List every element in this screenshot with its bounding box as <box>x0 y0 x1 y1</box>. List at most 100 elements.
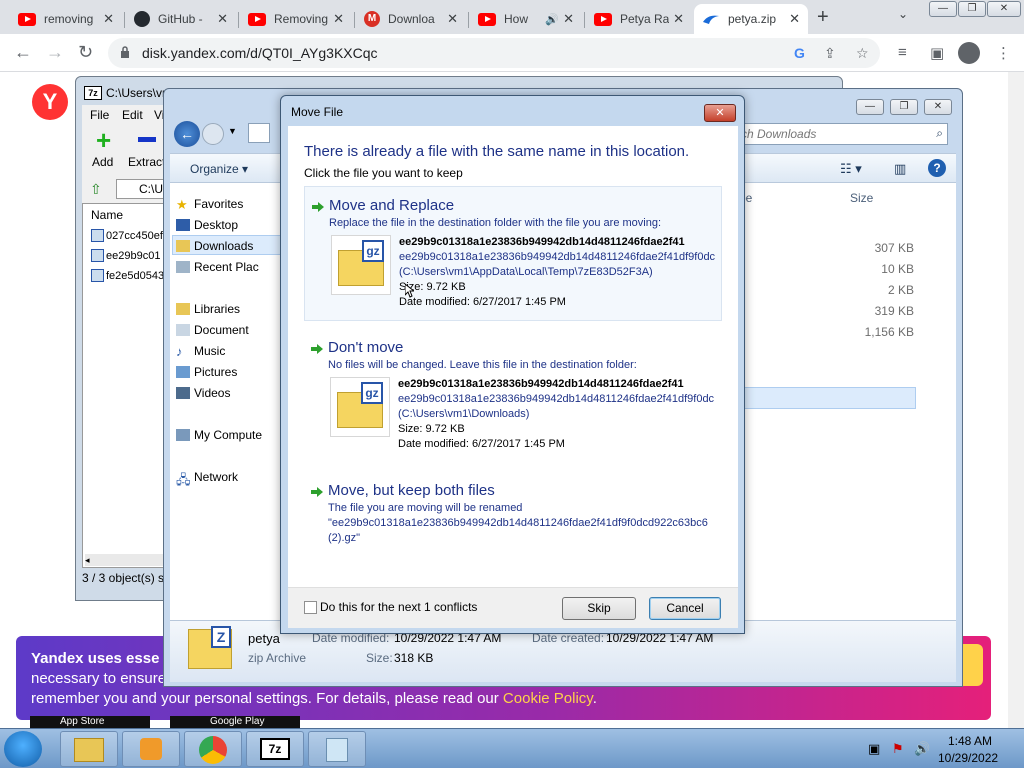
cancel-button[interactable]: Cancel <box>649 597 721 620</box>
taskbar-7zip-icon[interactable]: 7z <box>246 731 304 767</box>
url-text[interactable]: disk.yandex.com/d/QT0I_AYg3KXCqc <box>142 45 378 61</box>
explorer-minimize-button[interactable]: — <box>856 99 884 115</box>
navigation-pane: ★ Favorites Desktop Downloads Recent Pla… <box>170 183 290 620</box>
add-button-label[interactable]: Add <box>92 155 113 169</box>
move-and-replace-option[interactable]: Move and Replace Replace the file in the… <box>304 186 722 321</box>
nav-favorites[interactable]: Favorites <box>194 197 243 211</box>
column-name-header[interactable]: Name <box>91 208 123 222</box>
nav-downloads[interactable]: Downloads <box>194 239 253 253</box>
path-text: C:\U <box>139 182 163 196</box>
menu-file[interactable]: File <box>90 108 109 122</box>
forward-arrow-icon[interactable]: → <box>46 42 64 63</box>
explorer-maximize-button[interactable]: ❐ <box>890 99 918 115</box>
extract-minus-icon[interactable] <box>138 137 156 142</box>
list-item[interactable]: fe2e5d0543 <box>91 269 164 282</box>
minimize-button[interactable]: — <box>929 1 957 17</box>
extract-button-label[interactable]: Extract <box>128 155 165 169</box>
tab-removing-2[interactable]: Removing ✕ <box>240 4 352 34</box>
clock-date[interactable]: 10/29/2022 <box>938 751 998 765</box>
back-arrow-icon[interactable]: ← <box>174 121 200 147</box>
nav-network[interactable]: Network <box>194 470 238 484</box>
close-tab-icon[interactable]: ✕ <box>563 11 574 27</box>
clock-time[interactable]: 1:48 AM <box>948 734 992 748</box>
tab-separator <box>584 12 585 28</box>
list-item[interactable]: ee29b9c01 <box>91 249 160 262</box>
page-scrollbar[interactable] <box>1008 72 1024 728</box>
search-icon[interactable]: ⌕ <box>936 126 943 141</box>
speaker-icon[interactable]: 🔊 <box>545 13 559 26</box>
yandex-disk-icon <box>703 15 719 24</box>
close-tab-icon[interactable]: ✕ <box>789 11 800 27</box>
google-play-badge[interactable]: Google Play <box>170 716 300 728</box>
tray-flag-icon[interactable]: ⚑ <box>892 741 904 757</box>
forward-arrow-icon[interactable] <box>202 123 224 145</box>
help-icon[interactable]: ? <box>928 159 946 177</box>
gmail-icon: M <box>364 11 380 27</box>
tab-search-chevron-icon[interactable]: ⌄ <box>898 7 908 21</box>
preview-pane-icon[interactable]: ▥ <box>894 161 906 177</box>
option-title: Don't move <box>328 339 404 356</box>
recent-pages-chevron-icon[interactable]: ▼ <box>228 126 237 136</box>
taskbar-chrome-icon[interactable] <box>184 731 242 767</box>
list-item[interactable]: 027cc450ef <box>91 229 163 242</box>
nav-pictures[interactable]: Pictures <box>194 365 237 379</box>
address-bar[interactable]: disk.yandex.com/d/QT0I_AYg3KXCqc G ⇪ ☆ <box>108 38 880 68</box>
reading-list-icon[interactable]: ≡ <box>898 44 907 61</box>
tab-how[interactable]: How 🔊 ✕ <box>470 4 582 34</box>
menu-edit[interactable]: Edit <box>122 108 143 122</box>
close-tab-icon[interactable]: ✕ <box>333 11 344 27</box>
checkbox-label[interactable]: Do this for the next 1 conflicts <box>320 600 477 614</box>
green-arrow-icon <box>312 202 324 212</box>
menu-kebab-icon[interactable]: ⋮ <box>996 44 1011 62</box>
add-plus-icon[interactable]: + <box>96 127 111 153</box>
close-tab-icon[interactable]: ✕ <box>217 11 228 27</box>
close-tab-icon[interactable]: ✕ <box>103 11 114 27</box>
horizontal-scrollbar[interactable]: ◂ <box>85 554 165 566</box>
nav-recent-places[interactable]: Recent Plac <box>194 260 259 274</box>
youtube-icon <box>18 12 36 26</box>
nav-desktop[interactable]: Desktop <box>194 218 238 232</box>
tab-petya-zip[interactable]: petya.zip ✕ <box>694 4 808 34</box>
app-store-badge[interactable]: App Store <box>30 716 150 728</box>
do-this-for-all-checkbox[interactable] <box>304 601 317 614</box>
tray-network-icon[interactable]: ▣ <box>868 741 880 757</box>
nav-my-computer[interactable]: My Compute <box>194 428 262 442</box>
start-button[interactable] <box>4 731 42 767</box>
tab-github[interactable]: GitHub - ✕ <box>126 4 236 34</box>
nav-music[interactable]: Music <box>194 344 225 358</box>
up-folder-icon[interactable]: ⇧ <box>90 181 102 198</box>
back-arrow-icon[interactable]: ← <box>14 42 32 63</box>
google-icon[interactable]: G <box>794 45 805 61</box>
tab-removing[interactable]: removing ✕ <box>10 4 122 34</box>
tab-petya-ransomware[interactable]: Petya Ra ✕ <box>586 4 692 34</box>
side-panel-icon[interactable]: ▣ <box>930 44 944 62</box>
skip-button[interactable]: Skip <box>562 597 636 620</box>
close-tab-icon[interactable]: ✕ <box>447 11 458 27</box>
maximize-button[interactable]: ❐ <box>958 1 986 17</box>
taskbar-media-player-icon[interactable] <box>122 731 180 767</box>
organize-button[interactable]: Organize ▾ <box>190 162 248 176</box>
reload-icon[interactable]: ↻ <box>78 42 93 63</box>
yandex-logo[interactable]: Y <box>32 84 68 120</box>
column-size-header[interactable]: Size <box>850 191 873 205</box>
close-tab-icon[interactable]: ✕ <box>673 11 684 27</box>
tray-volume-icon[interactable]: 🔊 <box>914 741 930 757</box>
nav-libraries[interactable]: Libraries <box>194 302 240 316</box>
nav-documents[interactable]: Document <box>194 323 249 337</box>
cookie-policy-link[interactable]: Cookie Policy <box>503 690 593 707</box>
profile-avatar[interactable] <box>958 42 980 64</box>
new-tab-button[interactable]: + <box>817 6 829 29</box>
search-input[interactable]: ch Downloads ⌕ <box>734 123 948 145</box>
dialog-close-button[interactable]: ✕ <box>704 104 736 122</box>
bookmark-star-icon[interactable]: ☆ <box>856 45 869 62</box>
explorer-close-button[interactable]: ✕ <box>924 99 952 115</box>
taskbar-explorer-icon[interactable] <box>60 731 118 767</box>
keep-both-option[interactable]: Move, but keep both files The file you a… <box>304 472 722 552</box>
nav-videos[interactable]: Videos <box>194 386 230 400</box>
close-window-button[interactable]: ✕ <box>987 1 1021 17</box>
share-icon[interactable]: ⇪ <box>824 45 836 62</box>
dont-move-option[interactable]: Don't move No files will be changed. Lea… <box>304 329 722 464</box>
tab-download[interactable]: M Downloa ✕ <box>356 4 466 34</box>
taskbar-notepad-icon[interactable] <box>308 731 366 767</box>
view-options-icon[interactable]: ☷ ▾ <box>840 161 862 177</box>
